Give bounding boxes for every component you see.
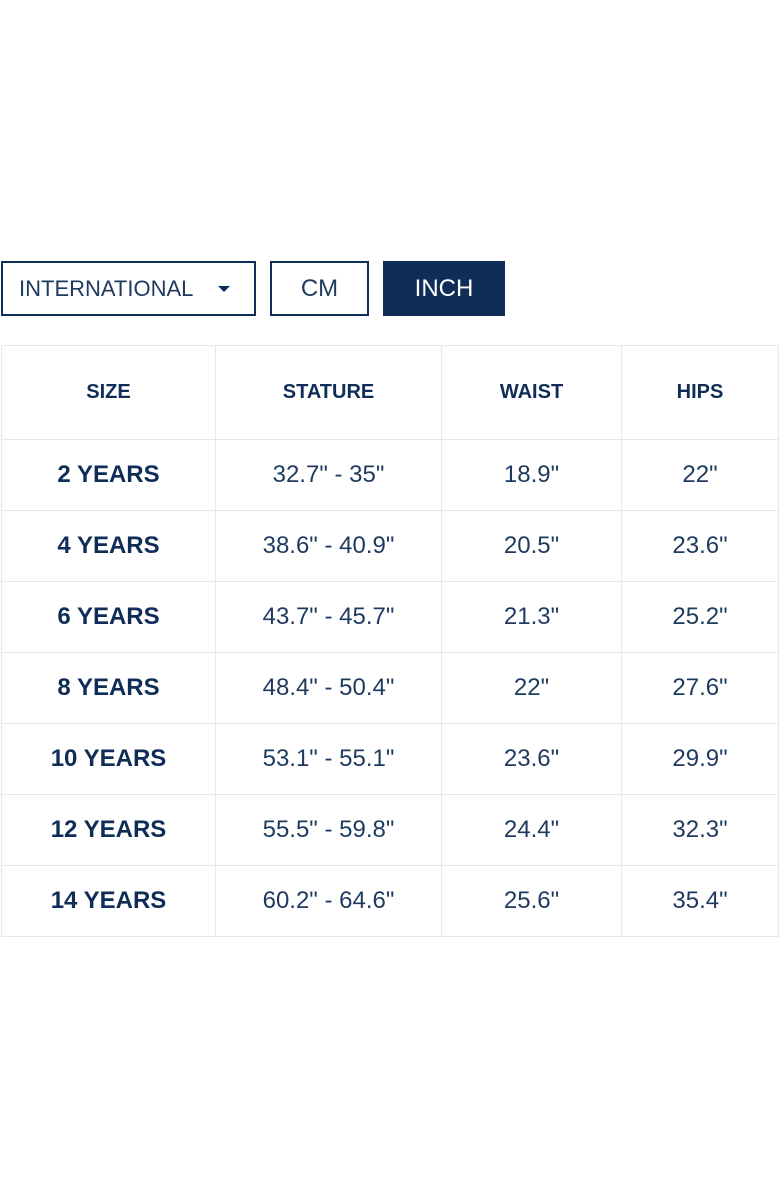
- stature-cell: 53.1" - 55.1": [215, 723, 442, 795]
- header-hips: HIPS: [621, 345, 779, 440]
- waist-cell: 21.3": [441, 581, 622, 653]
- size-chart-table: SIZE STATURE WAIST HIPS 2 YEARS 32.7" - …: [1, 345, 779, 937]
- size-guide-controls: INTERNATIONAL CM INCH: [0, 261, 780, 316]
- stature-cell: 48.4" - 50.4": [215, 652, 442, 724]
- hips-cell: 32.3": [621, 794, 779, 866]
- table-row: 2 YEARS 32.7" - 35" 18.9" 22": [1, 439, 779, 511]
- hips-cell: 23.6": [621, 510, 779, 582]
- stature-cell: 60.2" - 64.6": [215, 865, 442, 937]
- hips-cell: 22": [621, 439, 779, 511]
- region-select[interactable]: INTERNATIONAL: [1, 261, 256, 316]
- hips-cell: 27.6": [621, 652, 779, 724]
- table-row: 4 YEARS 38.6" - 40.9" 20.5" 23.6": [1, 510, 779, 582]
- stature-cell: 55.5" - 59.8": [215, 794, 442, 866]
- stature-cell: 43.7" - 45.7": [215, 581, 442, 653]
- unit-inch-button[interactable]: INCH: [383, 261, 505, 316]
- table-row: 8 YEARS 48.4" - 50.4" 22" 27.6": [1, 652, 779, 724]
- size-cell: 4 YEARS: [1, 510, 216, 582]
- size-cell: 14 YEARS: [1, 865, 216, 937]
- stature-cell: 38.6" - 40.9": [215, 510, 442, 582]
- size-cell: 6 YEARS: [1, 581, 216, 653]
- stature-cell: 32.7" - 35": [215, 439, 442, 511]
- waist-cell: 22": [441, 652, 622, 724]
- waist-cell: 25.6": [441, 865, 622, 937]
- table-header-row: SIZE STATURE WAIST HIPS: [1, 345, 779, 440]
- header-waist: WAIST: [441, 345, 622, 440]
- region-select-value: INTERNATIONAL: [19, 275, 194, 301]
- table-row: 12 YEARS 55.5" - 59.8" 24.4" 32.3": [1, 794, 779, 866]
- size-cell: 8 YEARS: [1, 652, 216, 724]
- unit-cm-button[interactable]: CM: [270, 261, 369, 316]
- waist-cell: 18.9": [441, 439, 622, 511]
- waist-cell: 23.6": [441, 723, 622, 795]
- header-size: SIZE: [1, 345, 216, 440]
- table-row: 6 YEARS 43.7" - 45.7" 21.3" 25.2": [1, 581, 779, 653]
- waist-cell: 20.5": [441, 510, 622, 582]
- size-cell: 2 YEARS: [1, 439, 216, 511]
- hips-cell: 35.4": [621, 865, 779, 937]
- hips-cell: 29.9": [621, 723, 779, 795]
- table-row: 10 YEARS 53.1" - 55.1" 23.6" 29.9": [1, 723, 779, 795]
- size-cell: 12 YEARS: [1, 794, 216, 866]
- chevron-down-icon: [218, 286, 230, 292]
- header-stature: STATURE: [215, 345, 442, 440]
- hips-cell: 25.2": [621, 581, 779, 653]
- table-row: 14 YEARS 60.2" - 64.6" 25.6" 35.4": [1, 865, 779, 937]
- size-cell: 10 YEARS: [1, 723, 216, 795]
- waist-cell: 24.4": [441, 794, 622, 866]
